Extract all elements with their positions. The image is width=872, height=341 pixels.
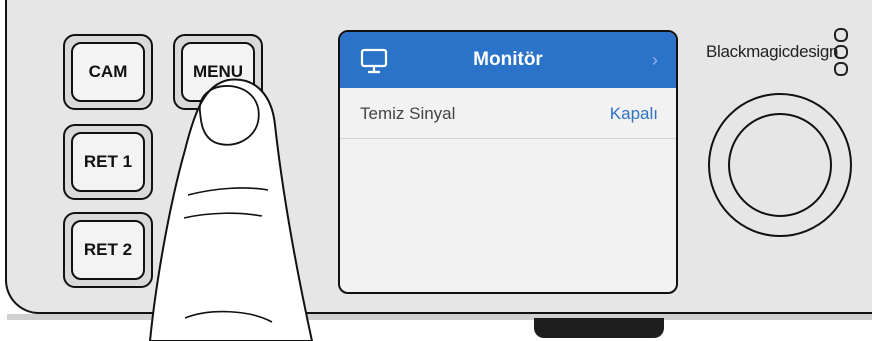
lcd-header: Monitör › [340,32,676,88]
ret1-button-label: RET 1 [71,132,145,192]
brand-logo: Blackmagicdesign [706,42,839,61]
control-knob-inner [728,113,832,217]
brand-logo-mark-icon [834,28,848,76]
control-knob[interactable] [708,93,852,237]
setting-row-clean-feed[interactable]: Temiz Sinyal Kapalı [340,94,676,139]
ret2-button[interactable]: RET 2 [63,212,153,288]
lcd-screen: Monitör › Temiz Sinyal Kapalı [338,30,678,294]
cam-button-label: CAM [71,42,145,102]
cam-button[interactable]: CAM [63,34,153,110]
ret1-button[interactable]: RET 1 [63,124,153,200]
menu-button[interactable]: MENU [173,34,263,110]
setting-label: Temiz Sinyal [360,104,456,123]
ret2-button-label: RET 2 [71,220,145,280]
setting-value: Kapalı [609,104,658,123]
device-foot [534,318,664,338]
menu-button-label: MENU [181,42,255,102]
menu-title: Monitör [473,49,543,70]
chevron-right-icon: › [652,50,658,70]
panel-edge [7,314,872,320]
